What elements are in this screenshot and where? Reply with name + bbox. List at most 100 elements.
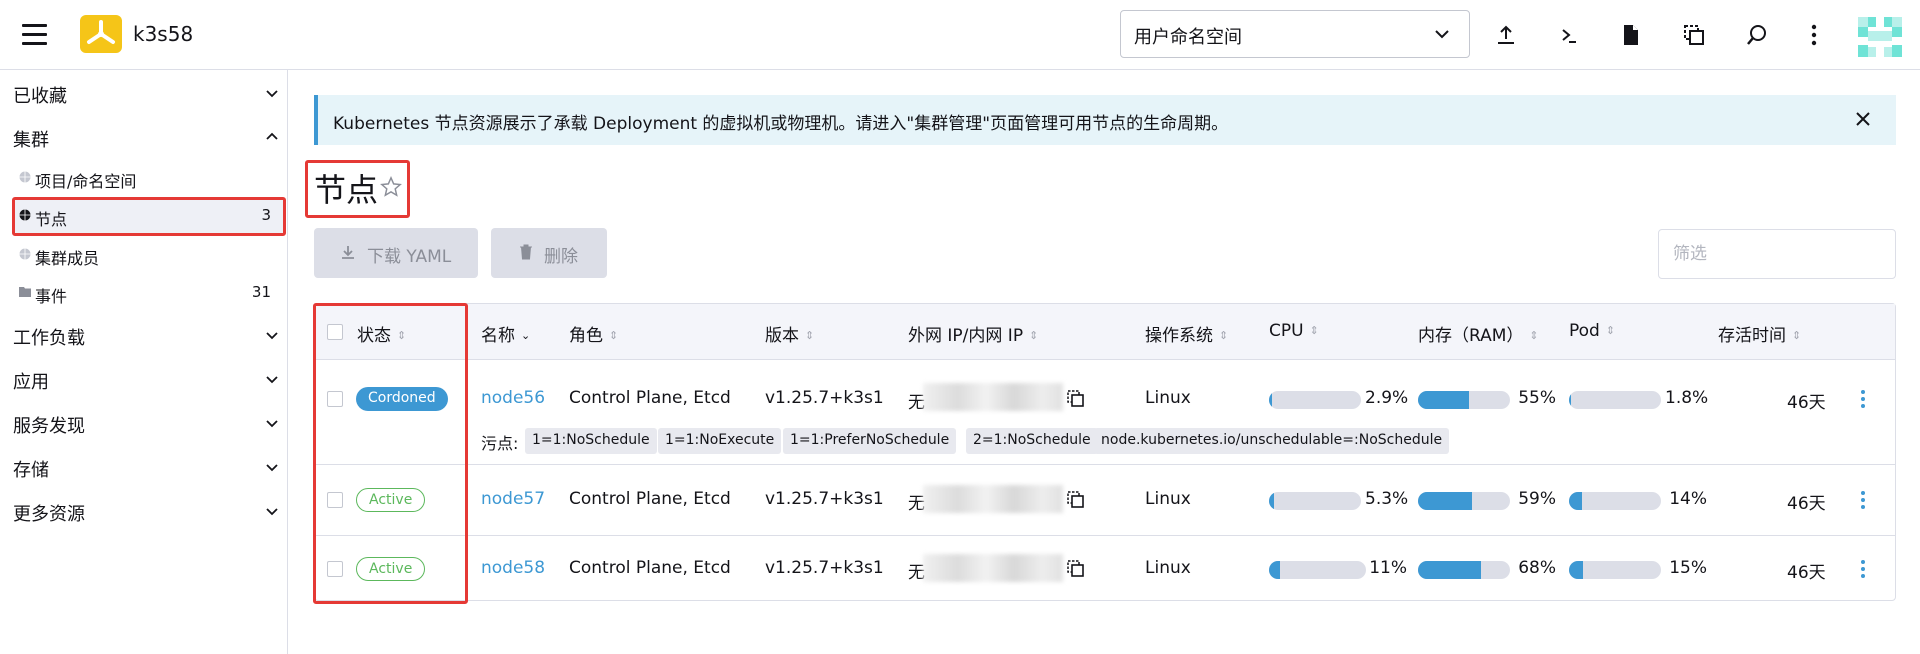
menu-icon[interactable] (22, 24, 47, 46)
taint-chip: 1=1:NoExecute (658, 428, 782, 454)
ram-progress-bar (1418, 561, 1510, 579)
sort-icon: ⇕ (1029, 329, 1039, 342)
user-avatar[interactable] (1858, 17, 1902, 57)
copy-config-icon[interactable] (1681, 22, 1707, 48)
chevron-down-icon[interactable] (265, 504, 279, 518)
sidebar-group-storage[interactable]: 存储 (13, 456, 49, 482)
redacted-ip (923, 485, 1063, 513)
sidebar-item-projects-namespaces[interactable]: 项目/命名空间 (13, 160, 283, 196)
chevron-down-icon[interactable] (265, 416, 279, 430)
file-icon[interactable] (1618, 22, 1644, 48)
taint-chip: node.kubernetes.io/unschedulable=:NoSche… (1094, 428, 1450, 454)
cpu-progress-bar (1269, 492, 1361, 510)
kubectl-shell-icon[interactable] (1556, 22, 1582, 48)
column-header-pod[interactable]: Pod ⇕ (1569, 321, 1615, 341)
filter-input[interactable] (1658, 229, 1896, 279)
sidebar-item-label: 项目/命名空间 (35, 172, 137, 191)
more-vertical-icon[interactable] (1860, 490, 1866, 510)
nodes-table: 状态 ⇕ 名称 ⌄ 角色 ⇕ 版本 ⇕ 外网 IP/内网 IP ⇕ 操作系统 ⇕ CPU ⇕ … (314, 303, 1896, 601)
sidebar-group-apps[interactable]: 应用 (13, 368, 49, 394)
chevron-up-icon[interactable] (265, 130, 279, 144)
ram-percent: 59% (1518, 489, 1556, 509)
sidebar-item-label: 事件 (35, 287, 68, 306)
download-yaml-label: 下载 YAML (367, 247, 452, 267)
pod-percent: 15% (1669, 558, 1707, 578)
copy-icon[interactable] (1067, 560, 1085, 578)
chevron-down-icon (1435, 30, 1449, 39)
sidebar-group-more-resources[interactable]: 更多资源 (13, 500, 85, 526)
cpu-progress-bar (1269, 561, 1366, 579)
close-icon[interactable] (1852, 108, 1874, 130)
sidebar-item-label: 集群成员 (35, 249, 100, 268)
table-row[interactable]: Cordoned node56 Control Plane, Etcd v1.2… (315, 360, 1895, 464)
sidebar-item-events[interactable]: 事件 31 (13, 275, 283, 311)
copy-icon[interactable] (1067, 491, 1085, 509)
delete-button[interactable]: 删除 (491, 228, 607, 278)
sort-icon: ⇕ (609, 329, 619, 342)
node-version: v1.25.7+k3s1 (765, 489, 884, 509)
banner-message: Kubernetes 节点资源展示了承载 Deployment 的虚拟机或物理机… (333, 114, 1229, 134)
column-header-roles[interactable]: 角色 ⇕ (569, 321, 618, 346)
chevron-down-icon[interactable] (265, 328, 279, 342)
node-os: Linux (1145, 388, 1191, 408)
redacted-ip (923, 383, 1063, 411)
column-header-ram[interactable]: 内存（RAM） ⇕ (1418, 321, 1539, 346)
column-header-name[interactable]: 名称 ⌄ (481, 321, 530, 346)
node-age: 46天 (1787, 393, 1826, 413)
cpu-percent: 5.3% (1365, 489, 1409, 509)
taint-chip: 2=1:NoSchedule (966, 428, 1098, 454)
node-name-link[interactable]: node57 (481, 489, 545, 509)
namespace-select[interactable]: 用户命名空间 (1120, 10, 1470, 58)
column-header-label: 存活时间 (1718, 326, 1786, 346)
column-header-cpu[interactable]: CPU ⇕ (1269, 321, 1319, 341)
node-name-link[interactable]: node58 (481, 558, 545, 578)
ram-progress-fill (1418, 391, 1469, 409)
download-icon (342, 246, 354, 259)
chevron-down-icon[interactable] (265, 460, 279, 474)
highlight-box (12, 197, 286, 236)
cluster-logo (80, 15, 122, 53)
ram-progress-fill (1418, 561, 1481, 579)
pod-progress-bar (1569, 391, 1661, 409)
more-vertical-icon[interactable] (1801, 22, 1827, 48)
chevron-down-icon[interactable] (265, 86, 279, 100)
ram-progress-bar (1418, 391, 1510, 409)
pod-percent: 1.8% (1665, 388, 1709, 408)
more-vertical-icon[interactable] (1860, 389, 1866, 409)
info-banner: Kubernetes 节点资源展示了承载 Deployment 的虚拟机或物理机… (314, 95, 1896, 145)
column-header-version[interactable]: 版本 ⇕ (765, 321, 814, 346)
download-yaml-button[interactable]: 下载 YAML (314, 228, 478, 278)
column-header-os[interactable]: 操作系统 ⇕ (1145, 321, 1228, 346)
highlight-box (305, 160, 410, 218)
sort-icon: ⇕ (1529, 329, 1539, 342)
column-header-ip[interactable]: 外网 IP/内网 IP ⇕ (908, 321, 1038, 346)
cpu-progress-fill (1269, 561, 1280, 579)
node-version: v1.25.7+k3s1 (765, 388, 884, 408)
sidebar-item-cluster-members[interactable]: 集群成员 (13, 237, 283, 273)
table-row[interactable]: Active node58 Control Plane, Etcd v1.25.… (315, 536, 1895, 602)
delete-label: 删除 (544, 247, 578, 267)
pod-progress-fill (1569, 391, 1571, 409)
more-vertical-icon[interactable] (1860, 559, 1866, 579)
column-header-label: 名称 (481, 326, 515, 346)
cpu-percent: 2.9% (1365, 388, 1409, 408)
column-header-label: 版本 (765, 326, 799, 346)
node-name-link[interactable]: node56 (481, 388, 545, 408)
namespace-select-value: 用户命名空间 (1134, 27, 1242, 48)
chevron-down-icon[interactable] (265, 372, 279, 386)
sidebar-group-workload[interactable]: 工作负载 (13, 324, 85, 350)
sidebar-group-cluster[interactable]: 集群 (13, 126, 49, 152)
sidebar-group-service-discovery[interactable]: 服务发现 (13, 412, 85, 438)
sort-icon: ⇕ (805, 329, 815, 342)
copy-icon[interactable] (1067, 390, 1085, 408)
cluster-name: k3s58 (133, 22, 194, 46)
column-header-label: Pod (1569, 321, 1600, 341)
search-icon[interactable] (1744, 22, 1770, 48)
taint-chip: 1=1:NoSchedule (525, 428, 657, 454)
table-row[interactable]: Active node57 Control Plane, Etcd v1.25.… (315, 465, 1895, 535)
ram-progress-bar (1418, 492, 1510, 510)
sidebar-group-favorites[interactable]: 已收藏 (13, 82, 67, 108)
column-header-age[interactable]: 存活时间 ⇕ (1718, 321, 1801, 346)
upload-icon[interactable] (1493, 22, 1519, 48)
node-roles: Control Plane, Etcd (569, 489, 731, 509)
